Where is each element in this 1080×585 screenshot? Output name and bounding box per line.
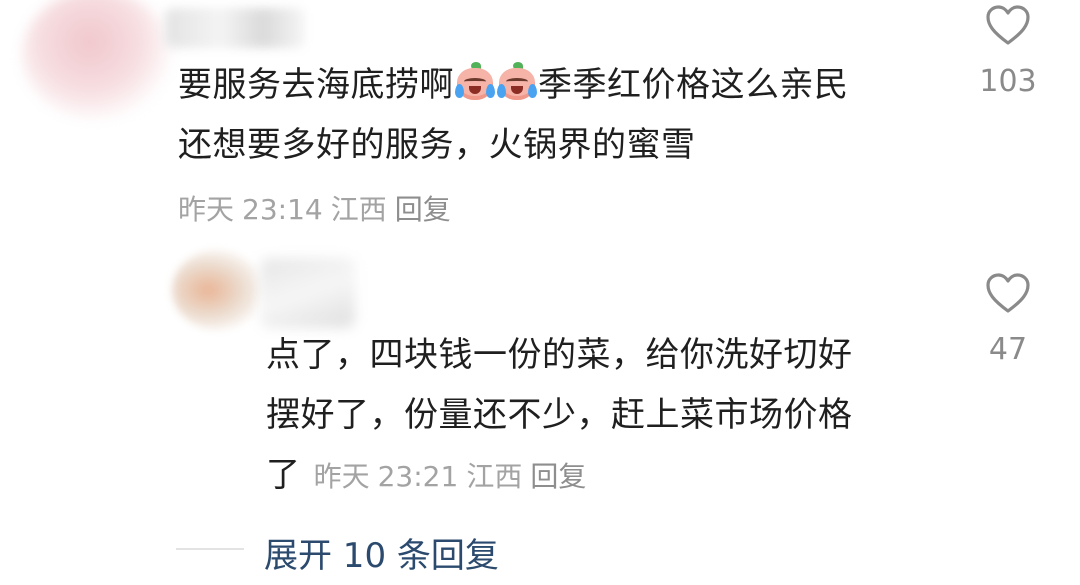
comment-text-line: 摆好了，份量还不少，赶上菜市场价格 bbox=[266, 395, 853, 435]
avatar[interactable] bbox=[172, 250, 262, 330]
reply-button[interactable]: 回复 bbox=[395, 193, 451, 226]
heart-outline-icon[interactable] bbox=[985, 4, 1031, 46]
username[interactable] bbox=[165, 8, 305, 48]
comment-text-part: 要服务去海底捞啊 bbox=[178, 65, 454, 105]
comment-date: 昨天 bbox=[178, 193, 235, 226]
comment-time: 23:21 bbox=[377, 460, 459, 493]
comment-date: 昨天 bbox=[313, 460, 370, 493]
avatar[interactable] bbox=[22, 0, 172, 120]
comment-text-part: 季季红价格这么亲民 bbox=[538, 65, 849, 105]
comment-text-line: 点了，四块钱一份的菜，给你洗好切好 bbox=[266, 335, 853, 375]
heart-outline-icon[interactable] bbox=[985, 272, 1031, 314]
comment-time: 23:14 bbox=[242, 193, 323, 226]
comment-location: 江西 bbox=[330, 193, 387, 226]
comment-text: 要服务去海底捞啊 季季红价格这么亲民 bbox=[178, 56, 849, 114]
crying-peach-emoji-icon bbox=[455, 62, 495, 102]
reply-button[interactable]: 回复 bbox=[530, 460, 586, 493]
crying-peach-emoji-icon bbox=[497, 62, 537, 102]
comment-last-line: 了 昨天 23:21 江西 回复 bbox=[266, 446, 594, 504]
comment-location: 江西 bbox=[466, 460, 523, 493]
like-count: 47 bbox=[988, 332, 1028, 367]
comment-text-line: 了 bbox=[266, 455, 301, 495]
comment-meta: 昨天 23:14 江西 回复 bbox=[178, 188, 459, 228]
username[interactable] bbox=[260, 258, 355, 328]
like-count: 103 bbox=[979, 64, 1037, 99]
comment-text-line: 还想要多好的服务，火锅界的蜜雪 bbox=[178, 125, 696, 165]
divider bbox=[176, 548, 244, 550]
comment-meta: 昨天 23:21 江西 回复 bbox=[314, 460, 595, 493]
expand-replies-button[interactable]: 展开 10 条回复 bbox=[264, 528, 499, 577]
